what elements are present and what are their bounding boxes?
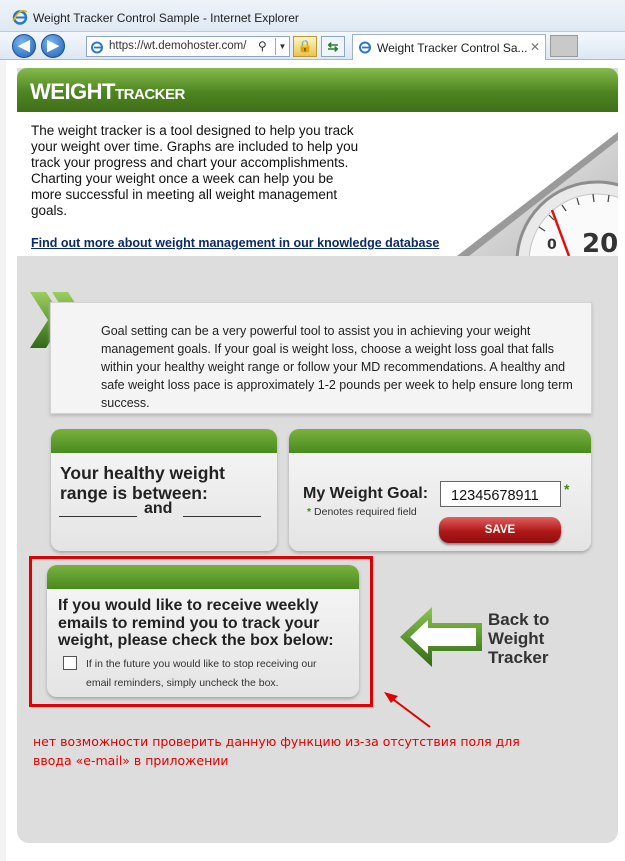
refresh-icon[interactable]: ⇆ [321,36,345,57]
knowledge-database-link[interactable]: Find out more about weight management in… [31,236,439,250]
required-note-text: Denotes required field [314,506,417,518]
header-banner: WEIGHTTRACKER [17,68,618,112]
intro-section: The weight tracker is a tool designed to… [17,112,618,256]
tab-title: Weight Tracker Control Sa... [377,41,528,55]
required-star: * [564,481,570,497]
weight-goal-input[interactable] [440,481,561,507]
lock-icon[interactable]: 🔒 [293,36,317,57]
internet-explorer-icon [12,9,28,25]
weight-goal-card: My Weight Goal: * * Denotes required fie… [289,429,591,551]
card-header [51,429,277,453]
address-bar[interactable]: https://wt.demohoster.com/ ⚲ ▼ [86,36,290,57]
range-min-value [59,499,137,517]
goal-setting-box: Goal setting can be a very powerful tool… [50,302,592,414]
window-titlebar: Weight Tracker Control Sample - Internet… [0,0,625,32]
svg-text:20: 20 [582,229,618,256]
range-max-value [183,499,261,517]
annotation-arrow [384,692,431,728]
svg-text:0: 0 [547,237,557,253]
browser-navbar: ◀ ▶ https://wt.demohoster.com/ ⚲ ▼ 🔒 ⇆ W… [0,32,625,60]
goal-setting-text: Goal setting can be a very powerful tool… [101,324,573,410]
save-button[interactable]: SAVE [439,517,561,543]
left-edge [0,60,6,861]
required-note: * Denotes required field [307,506,417,518]
page-icon [91,41,103,54]
browser-tab[interactable]: Weight Tracker Control Sa... ✕ [352,34,546,60]
weight-tracker-logo: WEIGHTTRACKER [30,79,185,104]
back-button[interactable]: ◀ [12,34,36,58]
search-icon[interactable]: ⚲ [258,39,267,53]
back-to-weight-tracker-link[interactable]: Back to Weight Tracker [488,610,568,667]
window-title: Weight Tracker Control Sample - Internet… [33,11,299,25]
range-and-label: and [144,500,173,517]
tab-page-icon [359,41,371,54]
chevron-down-icon[interactable]: ▼ [275,38,289,55]
close-icon[interactable]: ✕ [530,40,540,54]
required-note-star: * [307,506,312,518]
bathroom-scale-image: 20 0 [457,132,618,256]
forward-button[interactable]: ▶ [41,34,65,58]
highlight-box [29,556,373,707]
intro-text: The weight tracker is a tool designed to… [31,123,359,218]
healthy-range-heading: Your healthy weight range is between: [60,463,225,503]
new-tab-button[interactable] [550,35,578,57]
annotation-text: нет возможности проверить данную функцию… [33,734,520,768]
weight-tracker-page: WEIGHTTRACKER The weight tracker is a to… [17,68,618,843]
weight-goal-label: My Weight Goal: [303,485,429,502]
card-header [289,429,591,453]
back-arrow-icon[interactable] [398,605,484,669]
healthy-range-card: Your healthy weight range is between: an… [51,429,277,551]
address-url[interactable]: https://wt.demohoster.com/ [109,40,246,52]
